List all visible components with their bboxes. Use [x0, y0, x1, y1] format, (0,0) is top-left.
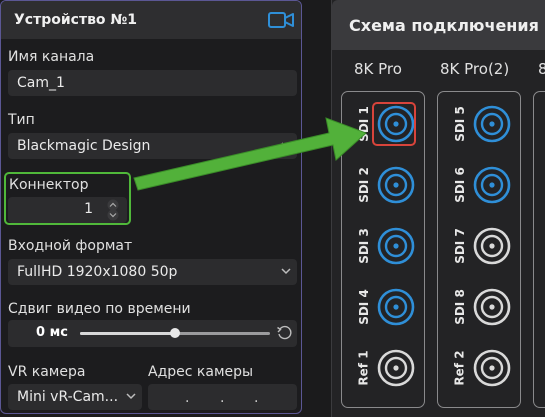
connector-port[interactable]: Ref 2: [438, 340, 520, 396]
input-format-select[interactable]: FullHD 1920x1080 50p: [8, 259, 297, 285]
column-header: 8K Pro: [354, 60, 402, 78]
device-column-8k-pro-2: SDI 5 SDI 6 SDI 7 SDI 8 Ref 2: [437, 91, 521, 408]
connector-port[interactable]: SDI 6: [438, 157, 520, 213]
selected-port-highlight: [372, 102, 416, 146]
port-label-text: Ref 1: [356, 350, 371, 386]
connection-scheme-panel: Схема подключения 8K Pro 8K Pro(2) 8 SDI…: [331, 0, 545, 417]
port-label-text: SDI 5: [452, 106, 467, 142]
ip-dot: .: [185, 390, 190, 406]
port-label-text: SDI 2: [356, 167, 371, 203]
bnc-connector-icon: [377, 349, 415, 387]
bnc-connector-icon: [377, 166, 415, 204]
chevron-down-icon: [281, 142, 291, 149]
vr-camera-value: Mini vR-Cam...: [17, 389, 119, 405]
port-label-text: Ref 2: [452, 350, 467, 386]
connector-stepper[interactable]: 1: [8, 197, 127, 223]
input-format-value: FullHD 1920x1080 50p: [17, 264, 178, 280]
channel-name-input[interactable]: Cam_1: [8, 70, 297, 96]
connector-port[interactable]: SDI 2: [342, 157, 424, 213]
time-shift-label: Сдвиг видео по времени: [8, 301, 191, 317]
slider-thumb[interactable]: [170, 328, 180, 338]
column-header: 8: [538, 60, 545, 78]
time-shift-value: 0 мс: [36, 325, 68, 340]
connector-port[interactable]: SDI 4: [342, 279, 424, 335]
chevron-down-icon: [281, 268, 291, 275]
connector-value: 1: [84, 201, 93, 217]
device-title: Устройство №1: [14, 12, 138, 28]
channel-name-value: Cam_1: [17, 75, 65, 91]
port-label-text: SDI 3: [356, 228, 371, 264]
connector-port[interactable]: SDI 8: [438, 279, 520, 335]
bnc-connector-icon: [377, 288, 415, 326]
port-label-text: SDI 6: [452, 167, 467, 203]
slider-fill: [80, 332, 175, 335]
connection-panel-header: Схема подключения: [332, 0, 545, 50]
bnc-connector-icon: [377, 227, 415, 265]
connector-label: Коннектор: [9, 177, 89, 193]
time-shift-slider[interactable]: [80, 328, 270, 338]
chevron-down-icon: [126, 393, 136, 400]
connector-port[interactable]: SDI 3: [342, 218, 424, 274]
bnc-connector-icon: [473, 105, 511, 143]
vr-camera-select[interactable]: Mini vR-Cam...: [8, 384, 142, 410]
time-shift-control: 0 мс: [8, 320, 297, 347]
ip-dot: .: [254, 390, 259, 406]
bnc-connector-icon: [473, 349, 511, 387]
connector-port[interactable]: SDI 5: [438, 96, 520, 152]
port-label-text: SDI 7: [452, 228, 467, 264]
ip-dot: .: [220, 390, 225, 406]
connector-port[interactable]: Ref 1: [342, 340, 424, 396]
input-format-label: Входной формат: [8, 238, 133, 254]
device-column-8k-pro: SDI 1 SDI 2 SDI 3 SDI 4 Ref 1: [341, 91, 425, 408]
port-label-text: SDI 8: [452, 289, 467, 325]
bnc-connector-icon: [473, 227, 511, 265]
device-column-partial: [533, 91, 545, 408]
camera-address-input[interactable]: . . .: [148, 384, 297, 410]
connection-title: Схема подключения: [349, 15, 539, 35]
connector-port[interactable]: SDI 7: [438, 218, 520, 274]
channel-name-label: Имя канала: [8, 49, 95, 65]
type-value: Blackmagic Design: [17, 138, 151, 154]
vr-camera-label: VR камера: [8, 364, 86, 380]
port-label-text: SDI 4: [356, 289, 371, 325]
port-label-text: SDI 1: [356, 106, 371, 142]
type-select[interactable]: Blackmagic Design: [8, 133, 297, 159]
type-label: Тип: [8, 112, 35, 128]
stepper-arrows-icon[interactable]: [106, 199, 120, 221]
device-settings-panel: Устройство №1 Имя канала Cam_1 Тип Black…: [0, 0, 302, 414]
bnc-connector-icon: [473, 166, 511, 204]
connector-highlight: Коннектор 1: [4, 172, 131, 225]
reset-icon[interactable]: [276, 325, 292, 341]
device-panel-header: Устройство №1: [1, 1, 301, 39]
camera-address-label: Адрес камеры: [148, 364, 254, 380]
column-header: 8K Pro(2): [440, 60, 510, 78]
camera-icon[interactable]: [267, 11, 295, 29]
bnc-connector-icon: [473, 288, 511, 326]
